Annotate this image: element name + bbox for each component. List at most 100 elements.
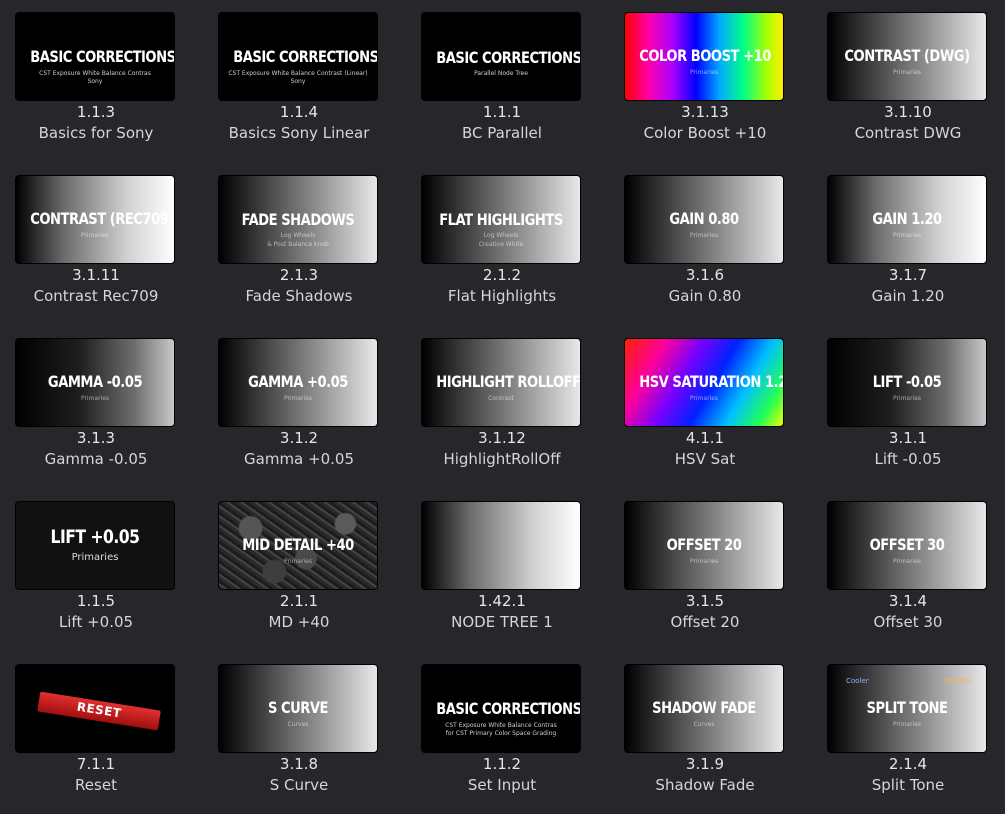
- thumbnail-title: OFFSET 20: [666, 535, 742, 554]
- preset-card[interactable]: BASIC CORRECTIONS Parallel Node Tree 1.1.1…: [421, 12, 583, 142]
- preset-thumbnail[interactable]: BASIC CORRECTIONS CST Exposure White Bala…: [421, 664, 581, 753]
- thumbnail-title: OFFSET 30: [869, 535, 945, 554]
- preset-card[interactable]: GAMMA +0.05 Primaries 3.1.2 Gamma +0.05: [218, 338, 380, 468]
- preset-version: 1.1.5: [76, 592, 116, 610]
- preset-thumbnail[interactable]: FADE SHADOWS Log Wheels & Post Balance kno…: [218, 175, 378, 264]
- preset-name: Lift -0.05: [874, 450, 942, 468]
- preset-version: 2.1.3: [279, 266, 319, 284]
- preset-thumbnail[interactable]: FLAT HIGHLIGHTS Log Wheels Creative White: [421, 175, 581, 264]
- preset-card[interactable]: OFFSET 20 Primaries 3.1.5 Offset 20: [624, 501, 786, 631]
- preset-version: 1.1.1: [482, 103, 522, 121]
- preset-thumbnail[interactable]: MID DETAIL +40 Primaries: [218, 501, 378, 590]
- preset-version: 3.1.13: [681, 103, 729, 121]
- preset-card[interactable]: GAIN 1.20 Primaries 3.1.7 Gain 1.20: [827, 175, 989, 305]
- preset-name: Set Input: [467, 776, 537, 794]
- preset-version: 3.1.8: [279, 755, 319, 773]
- preset-card[interactable]: OFFSET 30 Primaries 3.1.4 Offset 30: [827, 501, 989, 631]
- preset-name: Basics Sony Linear: [228, 124, 370, 142]
- preset-thumbnail[interactable]: BASIC CORRECTIONS CST Exposure White Bala…: [218, 12, 378, 101]
- thumbnail-title: BASIC CORRECTIONS: [233, 47, 378, 66]
- preset-version: 3.1.4: [888, 592, 928, 610]
- preset-version: 1.1.2: [482, 755, 522, 773]
- preset-version: 1.1.4: [279, 103, 319, 121]
- preset-card[interactable]: HIGHLIGHT ROLLOFF Contrast 3.1.12 Highlight…: [421, 338, 583, 468]
- preset-thumbnail[interactable]: HIGHLIGHT ROLLOFF Contrast: [421, 338, 581, 427]
- thumbnail-subtitle: Primaries: [689, 69, 719, 76]
- preset-thumbnail[interactable]: LIFT -0.05 Primaries: [827, 338, 987, 427]
- preset-thumbnail[interactable]: LIFT +0.05 Primaries: [15, 501, 175, 590]
- preset-card[interactable]: CONTRAST (REC709) Primaries 3.1.11 Contrast…: [15, 175, 177, 305]
- preset-thumbnail[interactable]: SPLIT TONE Primaries Cooler Warmer: [827, 664, 987, 753]
- thumbnail-title: CONTRAST (DWG): [844, 46, 970, 65]
- preset-thumbnail[interactable]: OFFSET 30 Primaries: [827, 501, 987, 590]
- preset-name: Contrast DWG: [854, 124, 962, 142]
- thumbnail-subtitle-2: for CST Primary Color Space Grading: [445, 730, 557, 737]
- preset-name: BC Parallel: [462, 124, 542, 142]
- preset-thumbnail[interactable]: BASIC CORRECTIONS CST Exposure White Bala…: [15, 12, 175, 101]
- preset-card[interactable]: CONTRAST (DWG) Primaries 3.1.10 Contrast DW…: [827, 12, 989, 142]
- reset-ribbon-graphic: RESET: [37, 691, 161, 731]
- thumbnail-title: BASIC CORRECTIONS: [30, 47, 175, 66]
- preset-grid: BASIC CORRECTIONS CST Exposure White Bala…: [0, 0, 1005, 814]
- preset-card[interactable]: SHADOW FADE Curves 3.1.9 Shadow Fade: [624, 664, 786, 794]
- preset-name: Offset 30: [873, 613, 943, 631]
- thumbnail-title: FLAT HIGHLIGHTS: [439, 210, 563, 229]
- thumbnail-subtitle: Primaries: [689, 232, 719, 239]
- thumbnail-title: CONTRAST (REC709): [30, 209, 174, 228]
- thumbnail-title: S CURVE: [267, 698, 329, 717]
- preset-card[interactable]: FADE SHADOWS Log Wheels & Post Balance kno…: [218, 175, 380, 305]
- preset-thumbnail[interactable]: SHADOW FADE Curves: [624, 664, 784, 753]
- preset-card[interactable]: LIFT -0.05 Primaries 3.1.1 Lift -0.05: [827, 338, 989, 468]
- preset-card[interactable]: BASIC CORRECTIONS CST Exposure White Bala…: [421, 664, 583, 794]
- thumbnail-title: HIGHLIGHT ROLLOFF: [436, 372, 581, 391]
- preset-thumbnail[interactable]: GAIN 0.80 Primaries: [624, 175, 784, 264]
- preset-thumbnail[interactable]: [421, 501, 581, 590]
- preset-name: Gamma -0.05: [44, 450, 148, 468]
- preset-name: Basics for Sony: [38, 124, 154, 142]
- thumbnail-title: GAIN 0.80: [669, 209, 739, 228]
- preset-thumbnail[interactable]: GAMMA -0.05 Primaries: [15, 338, 175, 427]
- preset-thumbnail[interactable]: BASIC CORRECTIONS Parallel Node Tree: [421, 12, 581, 101]
- thumbnail-subtitle: Primaries: [80, 395, 110, 402]
- preset-card[interactable]: COLOR BOOST +10 Primaries 3.1.13 Color Boos…: [624, 12, 786, 142]
- thumbnail-title: LIFT +0.05: [50, 526, 140, 548]
- preset-version: 3.1.7: [888, 266, 928, 284]
- preset-version: 3.1.11: [72, 266, 120, 284]
- preset-card[interactable]: GAIN 0.80 Primaries 3.1.6 Gain 0.80: [624, 175, 786, 305]
- preset-card[interactable]: 1.42.1 NODE TREE 1: [421, 501, 583, 631]
- preset-card[interactable]: MID DETAIL +40 Primaries 2.1.1 MD +40: [218, 501, 380, 631]
- preset-card[interactable]: LIFT +0.05 Primaries 1.1.5 Lift +0.05: [15, 501, 177, 631]
- preset-thumbnail[interactable]: S CURVE Curves: [218, 664, 378, 753]
- preset-card[interactable]: GAMMA -0.05 Primaries 3.1.3 Gamma -0.05: [15, 338, 177, 468]
- preset-card[interactable]: SPLIT TONE Primaries Cooler Warmer 2.1.4 Spli…: [827, 664, 989, 794]
- preset-version: 1.1.3: [76, 103, 116, 121]
- thumbnail-subtitle: Primaries: [892, 395, 922, 402]
- thumbnail-subtitle: Primaries: [892, 232, 922, 239]
- preset-thumbnail[interactable]: GAMMA +0.05 Primaries: [218, 338, 378, 427]
- preset-card[interactable]: BASIC CORRECTIONS CST Exposure White Bala…: [15, 12, 177, 142]
- preset-card[interactable]: S CURVE Curves 3.1.8 S Curve: [218, 664, 380, 794]
- preset-name: HSV Sat: [674, 450, 736, 468]
- thumbnail-subtitle: Contrast: [488, 395, 514, 402]
- preset-version: 3.1.10: [884, 103, 932, 121]
- preset-name: NODE TREE 1: [451, 613, 553, 631]
- preset-thumbnail[interactable]: CONTRAST (DWG) Primaries: [827, 12, 987, 101]
- preset-name: HighlightRollOff: [443, 450, 561, 468]
- preset-thumbnail[interactable]: RESET: [15, 664, 175, 753]
- preset-thumbnail[interactable]: HSV SATURATION 1.20 Primaries: [624, 338, 784, 427]
- preset-card[interactable]: BASIC CORRECTIONS CST Exposure White Bala…: [218, 12, 380, 142]
- preset-thumbnail[interactable]: OFFSET 20 Primaries: [624, 501, 784, 590]
- preset-thumbnail[interactable]: CONTRAST (REC709) Primaries: [15, 175, 175, 264]
- thumbnail-title: COLOR BOOST +10: [639, 46, 771, 65]
- thumbnail-subtitle: Primaries: [283, 395, 313, 402]
- thumbnail-subtitle: Primaries: [71, 552, 119, 563]
- preset-thumbnail[interactable]: COLOR BOOST +10 Primaries: [624, 12, 784, 101]
- thumbnail-subtitle-2: & Post Balance knob: [267, 241, 329, 248]
- preset-thumbnail[interactable]: GAIN 1.20 Primaries: [827, 175, 987, 264]
- preset-card[interactable]: HSV SATURATION 1.20 Primaries 4.1.1 HSV Sat: [624, 338, 786, 468]
- preset-name: Flat Highlights: [447, 287, 557, 305]
- thumbnail-subtitle: Parallel Node Tree: [474, 70, 528, 77]
- thumbnail-subtitle: CST Exposure White Balance Contras: [445, 722, 557, 729]
- preset-card[interactable]: FLAT HIGHLIGHTS Log Wheels Creative White 2…: [421, 175, 583, 305]
- preset-card[interactable]: RESET 7.1.1 Reset: [15, 664, 177, 794]
